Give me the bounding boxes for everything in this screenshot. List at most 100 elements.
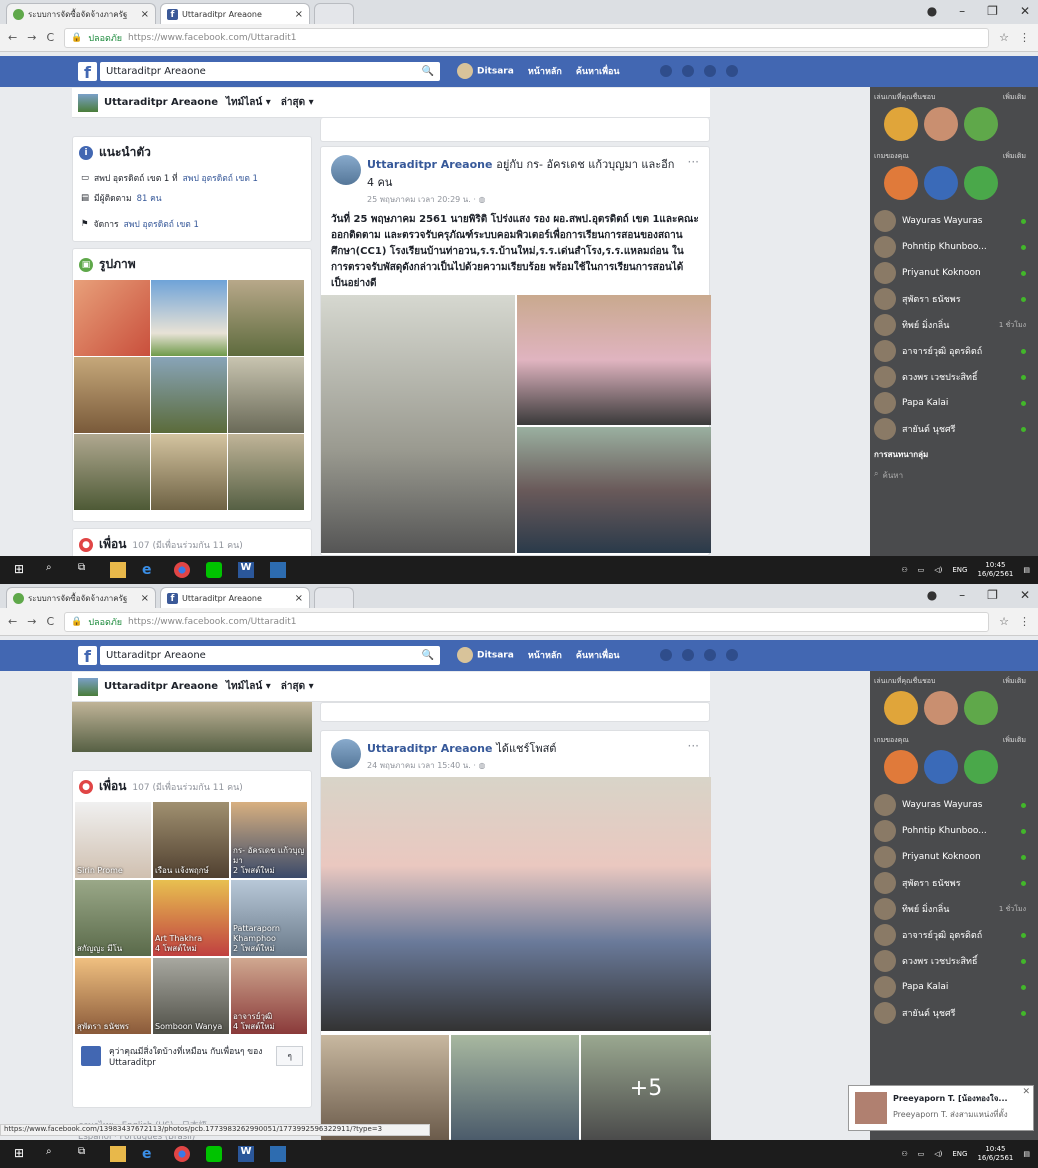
friend-tile[interactable]: กร- อัครเดช แก้วบุญมา 2 โพสต์ใหม่ bbox=[231, 802, 307, 878]
contact-item[interactable]: สุพัตรา ธนัชพร bbox=[870, 870, 1030, 896]
friend-tile[interactable]: อาจารย์วุฒิ 4 โพสต์ใหม่ bbox=[231, 958, 307, 1034]
search-icon[interactable]: 🔍 bbox=[422, 650, 434, 661]
help-icon[interactable] bbox=[726, 649, 738, 661]
action-center-icon[interactable]: ▤ bbox=[1023, 566, 1030, 574]
contact-item[interactable]: ดวงพร เวชประสิทธิ์ bbox=[870, 948, 1030, 974]
reload-icon[interactable]: C bbox=[46, 31, 54, 44]
contact-item[interactable]: สุพัตรา ธนัชพร bbox=[870, 286, 1030, 312]
minimize-icon[interactable]: – bbox=[959, 4, 965, 18]
friends-title-link[interactable]: เพื่อน bbox=[99, 535, 126, 554]
photo-thumbnail[interactable] bbox=[74, 434, 150, 510]
contact-item[interactable]: Wayuras Wayuras bbox=[870, 208, 1030, 234]
browser-tab-facebook[interactable]: f Uttaraditpr Areaone × bbox=[160, 587, 310, 608]
contact-item[interactable]: สายันต์ นุชศรี bbox=[870, 1000, 1030, 1026]
post-timestamp[interactable]: 25 พฤษภาคม เวลา 20:29 น. · bbox=[367, 195, 476, 204]
photos-title-link[interactable]: รูปภาพ bbox=[99, 255, 136, 274]
suggest-button[interactable]: ๆ bbox=[276, 1046, 303, 1066]
facebook-search-input[interactable]: Uttaraditpr Areaone 🔍 bbox=[100, 646, 440, 665]
url-field[interactable]: 🔒 ปลอดภัย https://www.facebook.com/Uttarad… bbox=[64, 611, 990, 632]
photo-thumbnail[interactable] bbox=[151, 434, 227, 510]
contact-item[interactable]: อาจารย์วุฒิ อุตรดิตถ์ bbox=[870, 922, 1030, 948]
see-more-link[interactable]: เพิ่มเติม bbox=[1003, 735, 1026, 746]
browser-tab-procurement[interactable]: ระบบการจัดซื้อจัดจ้างภาครัฐ × bbox=[6, 3, 156, 24]
chrome-icon[interactable] bbox=[174, 562, 190, 578]
friend-tile[interactable]: Sirin Prome bbox=[75, 802, 151, 878]
friend-tile[interactable]: Somboon Wanya bbox=[153, 958, 229, 1034]
post-options-icon[interactable]: ··· bbox=[688, 739, 699, 772]
word-icon[interactable]: W bbox=[238, 562, 254, 578]
back-icon[interactable]: ← bbox=[8, 31, 17, 44]
photo-thumbnail[interactable] bbox=[228, 280, 304, 356]
close-tab-icon[interactable]: × bbox=[295, 9, 303, 20]
photo-thumbnail[interactable] bbox=[74, 357, 150, 433]
contact-item[interactable]: สายันต์ นุชศรี bbox=[870, 416, 1030, 442]
people-icon[interactable]: ⚇ bbox=[901, 1150, 907, 1158]
post-author-link[interactable]: Uttaraditpr Areaone bbox=[367, 158, 492, 171]
messages-icon[interactable] bbox=[682, 649, 694, 661]
about-link[interactable]: สพป อุตรดิตถ์ เขต 1 bbox=[183, 171, 258, 185]
edge-icon[interactable]: e bbox=[142, 1146, 158, 1162]
friend-requests-icon[interactable] bbox=[660, 649, 672, 661]
facebook-logo-icon[interactable]: f bbox=[78, 646, 97, 666]
profile-icon[interactable]: ● bbox=[927, 588, 937, 602]
recent-dropdown[interactable]: ล่าสุด ▾ bbox=[279, 679, 316, 694]
photos-app-icon[interactable] bbox=[270, 562, 286, 578]
friends-title-link[interactable]: เพื่อน bbox=[99, 777, 126, 796]
browser-tab-facebook[interactable]: f Uttaraditpr Areaone × bbox=[160, 3, 310, 24]
help-icon[interactable] bbox=[726, 65, 738, 77]
see-more-link[interactable]: เพิ่มเติม bbox=[1003, 676, 1026, 687]
bookmark-star-icon[interactable]: ☆ bbox=[999, 31, 1009, 44]
post-photo[interactable] bbox=[517, 295, 711, 425]
contact-item[interactable]: Pohntip Khunboo... bbox=[870, 234, 1030, 260]
friend-tile[interactable]: สุพัตรา ธนัชพร bbox=[75, 958, 151, 1034]
chrome-icon[interactable] bbox=[174, 1146, 190, 1162]
menu-icon[interactable]: ⋮ bbox=[1019, 615, 1030, 628]
followers-link[interactable]: 81 คน bbox=[137, 191, 162, 205]
recent-dropdown[interactable]: ล่าสุด ▾ bbox=[279, 95, 316, 110]
home-link[interactable]: หน้าหลัก bbox=[528, 648, 562, 662]
game-icon[interactable] bbox=[884, 691, 918, 725]
profile-icon[interactable]: ● bbox=[927, 4, 937, 18]
maximize-icon[interactable]: ❐ bbox=[987, 588, 998, 602]
page-thumbnail[interactable] bbox=[78, 93, 98, 112]
chat-notification-popup[interactable]: Preeyaporn T. [น้องทองใจ... Preeyaporn T.… bbox=[848, 1085, 1034, 1131]
page-avatar[interactable] bbox=[331, 739, 361, 769]
photo-thumbnail[interactable] bbox=[74, 280, 150, 356]
page-name-link[interactable]: Uttaraditpr Areaone bbox=[104, 97, 218, 108]
photos-app-icon[interactable] bbox=[270, 1146, 286, 1162]
contact-item[interactable]: Papa Kalai bbox=[870, 974, 1030, 1000]
browser-tab-procurement[interactable]: ระบบการจัดซื้อจัดจ้างภาครัฐ × bbox=[6, 587, 156, 608]
photo-thumbnail[interactable] bbox=[228, 357, 304, 433]
photo-thumbnail[interactable] bbox=[228, 434, 304, 510]
find-friends-link[interactable]: ค้นหาเพื่อน bbox=[576, 648, 620, 662]
friend-requests-icon[interactable] bbox=[660, 65, 672, 77]
forward-icon[interactable]: → bbox=[27, 615, 36, 628]
task-view-icon[interactable]: ⧉ bbox=[78, 562, 94, 578]
game-icon[interactable] bbox=[884, 750, 918, 784]
game-icon[interactable] bbox=[924, 107, 958, 141]
search-icon[interactable]: 🔍 bbox=[422, 66, 434, 77]
contact-item[interactable]: ทิพย์ มิ่งกลิ่น 1 ชั่วโมง bbox=[870, 896, 1030, 922]
game-icon[interactable] bbox=[924, 750, 958, 784]
contact-item[interactable]: ทิพย์ มิ่งกลิ่น 1 ชั่วโมง bbox=[870, 312, 1030, 338]
forward-icon[interactable]: → bbox=[27, 31, 36, 44]
friend-tile[interactable]: สกัญญะ มีโน bbox=[75, 880, 151, 956]
notifications-icon[interactable] bbox=[704, 649, 716, 661]
find-friends-link[interactable]: ค้นหาเพื่อน bbox=[576, 64, 620, 78]
facebook-search-input[interactable]: Uttaraditpr Areaone 🔍 bbox=[100, 62, 440, 81]
profile-link[interactable]: Ditsara bbox=[457, 647, 514, 663]
volume-icon[interactable]: ◁) bbox=[934, 1150, 942, 1158]
timeline-dropdown[interactable]: ไทม์ไลน์ ▾ bbox=[224, 95, 273, 110]
search-icon[interactable]: ⌕ bbox=[46, 562, 62, 578]
page-name-link[interactable]: Uttaraditpr Areaone bbox=[104, 681, 218, 692]
game-icon[interactable] bbox=[924, 691, 958, 725]
close-tab-icon[interactable]: × bbox=[141, 593, 149, 604]
see-more-link[interactable]: เพิ่มเติม bbox=[1003, 151, 1026, 162]
volume-icon[interactable]: ◁) bbox=[934, 566, 942, 574]
post-photo[interactable] bbox=[451, 1035, 579, 1141]
home-link[interactable]: หน้าหลัก bbox=[528, 64, 562, 78]
contact-item[interactable]: Priyanut Koknoon bbox=[870, 844, 1030, 870]
game-icon[interactable] bbox=[964, 166, 998, 200]
page-thumbnail[interactable] bbox=[78, 677, 98, 696]
more-photos-tile[interactable]: +5 bbox=[581, 1035, 711, 1141]
